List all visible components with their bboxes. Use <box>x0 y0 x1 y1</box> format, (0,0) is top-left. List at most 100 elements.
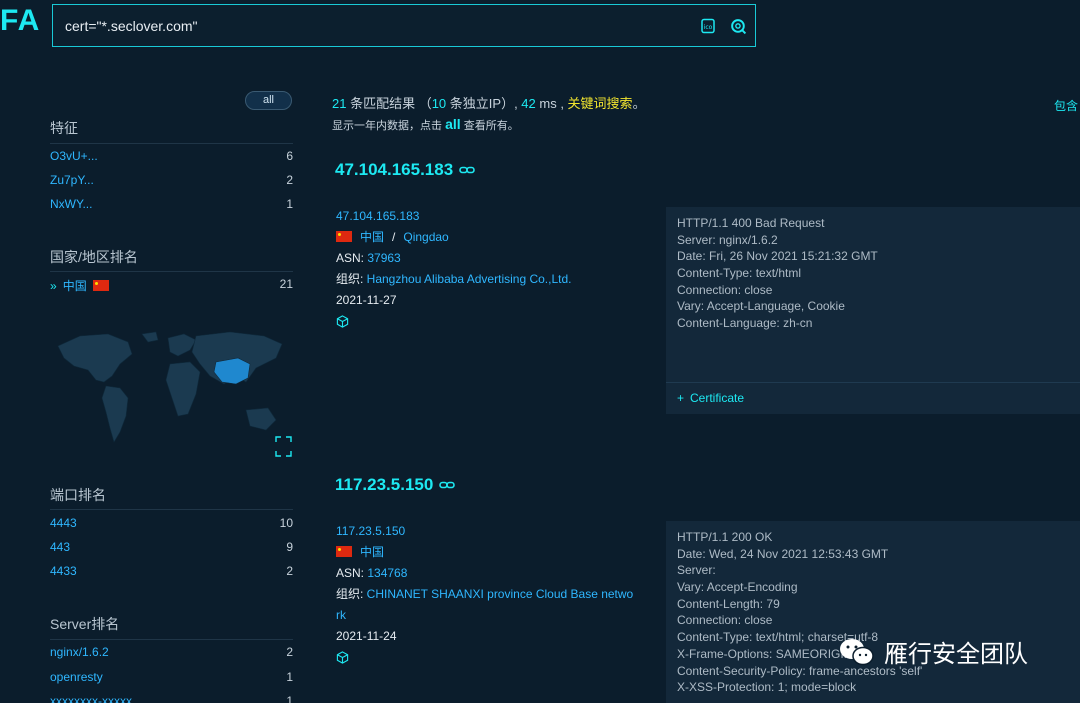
divider <box>50 143 293 144</box>
ip-address[interactable]: 117.23.5.150 <box>335 475 433 495</box>
chevron-right-icon: » <box>50 279 57 293</box>
wechat-icon <box>840 638 874 665</box>
result-date: 2021-11-24 <box>336 629 397 643</box>
banner-line: Connection: close <box>677 282 773 297</box>
feature-item[interactable]: O3vU+... 6 <box>50 149 293 165</box>
banner-line: Content-Type: text/html <box>677 266 802 281</box>
ip-address[interactable]: 47.104.165.183 <box>335 160 453 180</box>
host-link[interactable]: 47.104.165.183 <box>336 209 419 223</box>
feature-count: 2 <box>286 173 293 187</box>
all-filter-button[interactable]: all <box>245 91 292 110</box>
banner-line: Date: Fri, 26 Nov 2021 15:21:32 GMT <box>677 249 878 264</box>
result-ip-title[interactable]: 117.23.5.150 <box>335 475 456 495</box>
search-icon[interactable] <box>728 16 748 36</box>
certificate-label: Certificate <box>690 391 745 405</box>
country-item[interactable]: » 中国 21 <box>50 277 293 293</box>
asn-link[interactable]: 134768 <box>367 566 407 580</box>
unique-ip-count: 10 <box>431 96 447 111</box>
divider <box>50 271 293 272</box>
result-info: 47.104.165.183 中国 / Qingdao ASN: 37963 组织:… <box>336 206 656 332</box>
server-label[interactable]: openresty <box>50 670 103 686</box>
asn-label: ASN: <box>336 251 368 265</box>
watermark-text: 雁行安全团队 <box>884 641 1028 668</box>
note-text: 查看所有。 <box>460 120 519 132</box>
server-count: 1 <box>286 670 293 684</box>
image-search-icon[interactable]: ico <box>698 16 718 36</box>
link-icon <box>459 166 475 174</box>
country-count: 21 <box>279 277 293 291</box>
org-link-continued[interactable]: rk <box>336 608 346 622</box>
result-ip-title[interactable]: 47.104.165.183 <box>335 160 475 180</box>
result-info: 117.23.5.150 中国 ASN: 134768 组织: CHINANET… <box>336 521 656 668</box>
feature-item[interactable]: NxWY... 1 <box>50 197 293 213</box>
banner-line: Content-Language: zh-cn <box>677 316 813 331</box>
include-option[interactable]: 包含 <box>1054 97 1078 114</box>
result-count: 21 <box>332 96 347 111</box>
link-icon <box>439 481 456 489</box>
banner-line: X-XSS-Protection: 1; mode=block <box>677 680 857 695</box>
banner-line: Date: Wed, 24 Nov 2021 12:53:43 GMT <box>677 546 889 561</box>
response-banner: HTTP/1.1 400 Bad Request Server: nginx/1… <box>666 207 1080 382</box>
banner-line: Vary: Accept-Language, Cookie <box>677 299 845 314</box>
location-separator: / <box>392 230 396 244</box>
port-item[interactable]: 443 9 <box>50 540 293 556</box>
asn-link[interactable]: 37963 <box>367 251 400 265</box>
divider <box>50 509 293 510</box>
port-ranking-title: 端口排名 <box>50 487 106 503</box>
server-label[interactable]: xxxxxxxx-xxxxx <box>50 694 132 703</box>
banner-line: HTTP/1.1 200 OK <box>677 530 773 544</box>
server-label[interactable]: nginx/1.6.2 <box>50 645 109 661</box>
svg-text:ico: ico <box>704 24 713 31</box>
port-item[interactable]: 4443 10 <box>50 516 293 532</box>
data-range-note: 显示一年内数据，点击 all 查看所有。 <box>332 116 519 133</box>
summary-text: 条匹配结果 （ <box>346 96 432 111</box>
server-ranking-title: Server排名 <box>50 616 120 632</box>
country-link[interactable]: 中国 <box>360 230 384 244</box>
banner-line: Server: <box>677 563 716 578</box>
org-link[interactable]: CHINANET SHAANXI province Cloud Base net… <box>367 587 634 601</box>
cube-icon <box>336 315 349 328</box>
fullscreen-icon <box>275 436 292 457</box>
china-flag-icon <box>336 546 352 557</box>
port-count: 10 <box>279 516 293 530</box>
keyword-search-link[interactable]: 关键词搜索 <box>568 96 633 111</box>
feature-item[interactable]: Zu7pY... 2 <box>50 173 293 189</box>
wechat-watermark: 雁行安全团队 <box>838 634 1028 669</box>
show-all-link[interactable]: all <box>445 116 461 132</box>
server-count: 2 <box>286 645 293 659</box>
banner-line: Connection: close <box>677 613 773 628</box>
port-label[interactable]: 4443 <box>50 516 77 532</box>
country-name: 中国 <box>62 279 87 293</box>
certificate-toggle[interactable]: + Certificate <box>666 382 1080 414</box>
port-item[interactable]: 4433 2 <box>50 564 293 580</box>
result-date: 2021-11-27 <box>336 293 397 307</box>
host-link[interactable]: 117.23.5.150 <box>336 524 405 538</box>
server-count: 1 <box>286 694 293 703</box>
server-item[interactable]: xxxxxxxx-xxxxx 1 <box>50 694 293 703</box>
port-label[interactable]: 443 <box>50 540 70 556</box>
china-flag-icon <box>92 280 109 291</box>
search-input[interactable] <box>65 5 665 46</box>
port-label[interactable]: 4433 <box>50 564 77 580</box>
country-link[interactable]: 中国 <box>360 545 384 559</box>
server-item[interactable]: openresty 1 <box>50 670 293 686</box>
summary-text: 条独立IP）, <box>446 96 522 111</box>
feature-label[interactable]: Zu7pY... <box>50 173 94 189</box>
port-count: 2 <box>286 564 293 578</box>
summary-text: 。 <box>632 96 646 111</box>
world-map[interactable] <box>50 324 293 459</box>
port-count: 9 <box>286 540 293 554</box>
divider <box>50 639 293 640</box>
feature-label[interactable]: O3vU+... <box>50 149 98 165</box>
org-label: 组织: <box>336 587 367 601</box>
banner-line: HTTP/1.1 400 Bad Request <box>677 216 825 230</box>
note-text: 显示一年内数据，点击 <box>332 120 446 132</box>
org-link[interactable]: Hangzhou Alibaba Advertising Co.,Ltd. <box>367 272 572 286</box>
summary-text: ms , <box>535 96 568 111</box>
feature-label[interactable]: NxWY... <box>50 197 92 213</box>
city-link[interactable]: Qingdao <box>403 230 448 244</box>
china-flag-icon <box>336 231 352 242</box>
country-label[interactable]: » 中国 <box>50 277 117 293</box>
server-item[interactable]: nginx/1.6.2 2 <box>50 645 293 661</box>
fofa-logo[interactable]: FA <box>0 4 40 38</box>
